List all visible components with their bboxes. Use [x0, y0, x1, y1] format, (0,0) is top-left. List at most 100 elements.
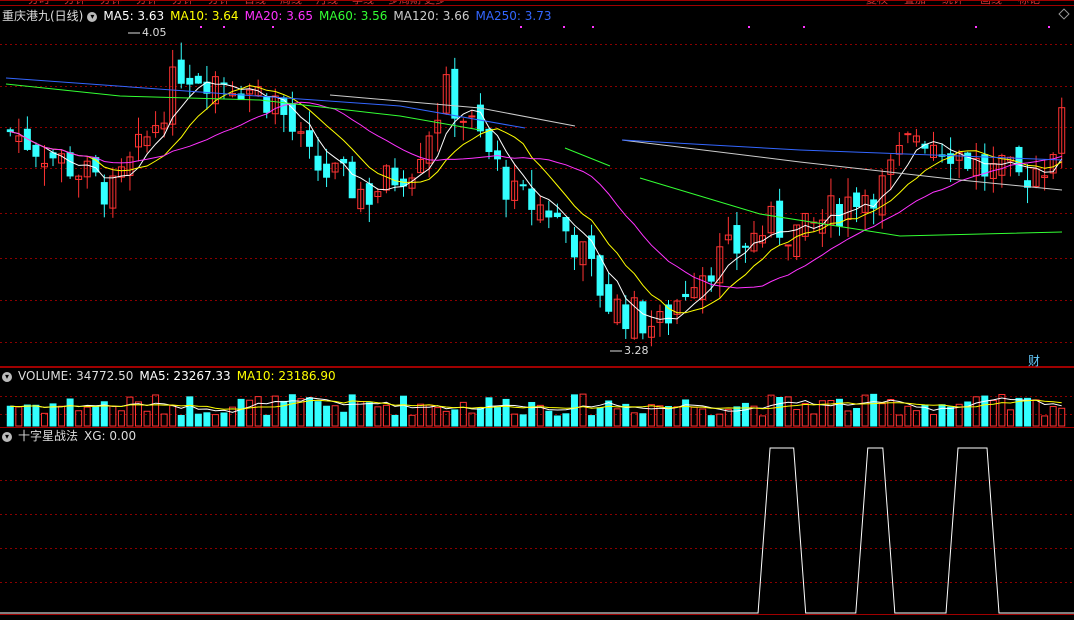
volume-bar [357, 401, 365, 427]
candle-body [451, 68, 459, 119]
candle-body [528, 188, 536, 210]
candle-body [186, 77, 194, 85]
volume-bar [673, 406, 681, 427]
ma60-line-b [564, 147, 611, 167]
volume-bar [211, 414, 219, 427]
volume-bar [930, 413, 937, 427]
volume-bar [639, 413, 647, 427]
candle-body [194, 75, 202, 84]
candle-body [570, 234, 578, 258]
volume-bar [528, 401, 536, 427]
candle-body [314, 155, 322, 171]
volume-bar [288, 394, 296, 427]
volume-bar [605, 400, 613, 427]
candle-body [305, 130, 313, 147]
volume-bar [314, 401, 322, 427]
volume-bar [613, 408, 621, 427]
volume-bar [237, 398, 245, 427]
volume-bar [6, 405, 14, 427]
volume-bar [40, 412, 48, 427]
volume-bar [570, 394, 578, 427]
candle-body [622, 304, 630, 330]
volume-bar [451, 409, 459, 427]
volume-bar [947, 406, 955, 427]
indicator-legend: 十字星战法 XG: 0.00 [18, 429, 142, 443]
volume-bar [331, 405, 339, 427]
volume-bar [596, 407, 604, 427]
volume-bar [750, 405, 758, 427]
volume-bar [340, 411, 348, 427]
signal-dot [748, 26, 750, 28]
volume-bar [741, 402, 749, 427]
candle-body [665, 304, 672, 324]
volume-bar [400, 395, 407, 427]
volume-bar [92, 405, 100, 427]
volume-bar [177, 414, 185, 427]
signal-dot [272, 26, 274, 28]
volume-bar [485, 397, 493, 427]
volume-label-0: VOLUME: 34772.50 [18, 369, 134, 383]
signal-dot [223, 26, 225, 28]
volume-bar [229, 406, 237, 427]
volume-bar [733, 406, 741, 427]
candle-body [545, 210, 553, 218]
volume-bar [194, 413, 202, 427]
volume-bar [169, 405, 177, 427]
candle-body [741, 245, 749, 248]
volume-bar [408, 414, 416, 427]
volume-bar [160, 413, 168, 427]
candle-body [1015, 146, 1023, 173]
indicator-label-1: XG: 0.00 [84, 429, 137, 443]
volume-bar [912, 410, 920, 427]
kline-chart[interactable] [0, 0, 1074, 620]
candle-body [904, 133, 912, 136]
volume-settings-icon[interactable]: ▾ [2, 371, 12, 382]
volume-bar [305, 397, 313, 427]
indicator-settings-icon[interactable]: ▾ [2, 431, 12, 442]
candle-body [365, 183, 373, 205]
volume-bar [425, 404, 433, 427]
signal-dot [803, 26, 805, 28]
ma5-line [10, 81, 1063, 320]
volume-bar [665, 406, 672, 427]
volume-bar [998, 394, 1006, 427]
ma10-line [10, 84, 1062, 314]
volume-bar [784, 396, 792, 427]
candle-body [562, 217, 570, 232]
volume-bar [776, 396, 784, 427]
candle-body [553, 212, 561, 218]
volume-bar [382, 404, 390, 427]
candle-body [468, 115, 476, 118]
signal-dot [1048, 26, 1050, 28]
volume-bar [870, 393, 878, 427]
volume-bar [220, 412, 228, 427]
volume-bar [502, 398, 510, 427]
volume-bar [468, 412, 476, 427]
volume-bar [254, 396, 262, 427]
ma-label-3: MA60: 3.56 [319, 9, 388, 23]
settings-circle-icon[interactable]: ▾ [87, 11, 98, 22]
volume-bar [707, 415, 715, 427]
candle-body [682, 293, 690, 298]
volume-bar [23, 404, 31, 427]
indicator-panel-header: ▾ 十字星战法 XG: 0.00 [2, 428, 148, 444]
ma20-line [10, 101, 1062, 289]
ma-legend: MA5: 3.63 MA10: 3.64 MA20: 3.65 MA60: 3.56 M… [103, 9, 557, 23]
volume-bar [271, 395, 279, 427]
volume-bar [442, 410, 450, 427]
signal-dot [592, 26, 594, 28]
volume-bar [1058, 407, 1066, 427]
volume-bar [143, 410, 151, 427]
finance-badge[interactable]: 财 [1028, 352, 1040, 369]
volume-bar [562, 413, 570, 427]
ma60-line-a [5, 83, 481, 131]
candle-body [519, 184, 527, 187]
volume-bar [434, 407, 442, 427]
volume-bar [117, 410, 125, 427]
volume-label-1: MA5: 23267.33 [139, 369, 231, 383]
candle-body [6, 129, 14, 133]
volume-bar [126, 396, 134, 427]
candle-body [485, 128, 493, 153]
volume-bar [186, 396, 194, 427]
candle-body [964, 152, 972, 169]
